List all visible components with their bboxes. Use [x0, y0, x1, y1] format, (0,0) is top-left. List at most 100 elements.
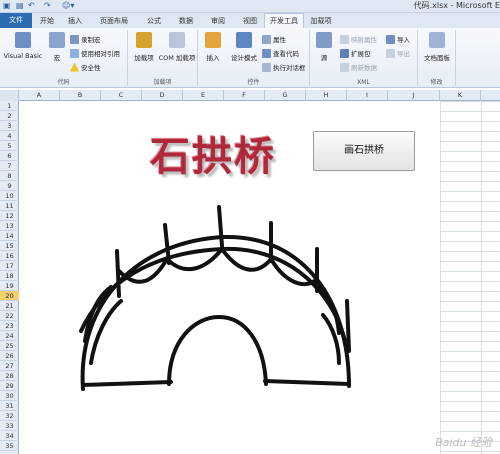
tab-review[interactable]: 审阅: [204, 14, 232, 28]
row-header[interactable]: 18: [0, 271, 19, 281]
tab-insert[interactable]: 插入: [62, 14, 88, 28]
tab-developer[interactable]: 开发工具: [264, 13, 304, 28]
package-icon: [340, 48, 349, 58]
tab-home[interactable]: 开始: [34, 14, 60, 28]
tab-addins[interactable]: 加载项: [306, 14, 336, 28]
addins-button[interactable]: 加载项: [132, 32, 156, 62]
group-label-xml: XML: [357, 79, 370, 86]
row-header[interactable]: 23: [0, 321, 19, 331]
column-header[interactable]: G: [265, 90, 306, 101]
row-header[interactable]: 8: [0, 171, 19, 181]
row-header[interactable]: 4: [0, 131, 19, 141]
warning-icon: [70, 62, 79, 72]
tab-view[interactable]: 视图: [236, 14, 264, 28]
com-addins-button[interactable]: COM 加载项: [158, 32, 196, 62]
tab-formulas[interactable]: 公式: [140, 14, 168, 28]
properties-icon: [262, 34, 271, 44]
column-header[interactable]: A: [19, 90, 60, 101]
row-header[interactable]: 15: [0, 241, 19, 251]
group-label-addins: 加载项: [153, 79, 172, 86]
row-header[interactable]: 6: [0, 151, 19, 161]
export-button[interactable]: 导出: [386, 48, 410, 58]
document-panel-button[interactable]: 文档面板: [420, 32, 454, 62]
group-addins: 加载项 COM 加载项 加载项: [128, 30, 198, 86]
insert-control-button[interactable]: 插入: [202, 32, 224, 62]
row-header[interactable]: 11: [0, 201, 19, 211]
row-header[interactable]: 26: [0, 351, 19, 361]
design-mode-button[interactable]: 设计模式: [228, 32, 260, 62]
visual-basic-button[interactable]: Visual Basic: [2, 32, 44, 60]
undo-icon[interactable]: ↶: [28, 1, 35, 11]
properties-button[interactable]: 属性: [262, 34, 286, 44]
group-modify: 文档面板 修改: [418, 30, 456, 86]
row-header[interactable]: 12: [0, 211, 19, 221]
row-header[interactable]: 17: [0, 261, 19, 271]
row-header[interactable]: 3: [0, 121, 19, 131]
row-header[interactable]: 16: [0, 251, 19, 261]
row-header[interactable]: 19: [0, 281, 19, 291]
ribbon-tabs: 文件 开始 插入 页面布局 公式 数据 审阅 视图 开发工具 加载项: [0, 13, 500, 28]
xml-source-button[interactable]: 源: [314, 32, 334, 62]
row-header[interactable]: 35: [0, 441, 19, 451]
row-header[interactable]: 22: [0, 311, 19, 321]
import-icon: [386, 34, 395, 44]
title-bar: ▣ ▤ ↶ ↷ ☺▾ 代码.xlsx - Microsoft E: [0, 0, 500, 13]
view-code-button[interactable]: 查看代码: [262, 48, 299, 58]
record-macro-button[interactable]: 录制宏: [70, 34, 101, 44]
row-headers: 1 2 3 4 5 6 7 8 9 10 11 12 13 14 15 16 17 18 19 20 21 22 23 24 2…: [0, 101, 19, 454]
row-header[interactable]: 34: [0, 431, 19, 441]
redo-icon[interactable]: ↷: [44, 1, 51, 11]
row-header[interactable]: 9: [0, 181, 19, 191]
select-all-corner[interactable]: [0, 90, 19, 101]
column-header[interactable]: B: [60, 90, 101, 101]
custom-icon[interactable]: ☺▾: [62, 1, 74, 11]
save-icon[interactable]: ▤: [16, 1, 24, 11]
import-button[interactable]: 导入: [386, 34, 410, 44]
run-dialog-button[interactable]: 执行对话框: [262, 62, 306, 72]
row-header[interactable]: 29: [0, 381, 19, 391]
group-label-code: 代码: [57, 79, 70, 86]
refresh-data-button[interactable]: 刷新数据: [340, 62, 377, 72]
row-header[interactable]: 21: [0, 301, 19, 311]
column-header[interactable]: C: [101, 90, 142, 101]
tab-data[interactable]: 数据: [172, 14, 200, 28]
macros-button[interactable]: 宏: [48, 32, 66, 62]
row-header[interactable]: 31: [0, 401, 19, 411]
row-header[interactable]: 25: [0, 341, 19, 351]
macro-security-button[interactable]: 安全性: [70, 62, 101, 72]
column-header[interactable]: F: [224, 90, 265, 101]
row-header[interactable]: 30: [0, 391, 19, 401]
export-icon: [386, 48, 395, 58]
column-headers: A B C D E F G H I J K: [0, 90, 500, 101]
row-header[interactable]: 7: [0, 161, 19, 171]
row-header[interactable]: 13: [0, 221, 19, 231]
macros-icon: [49, 32, 65, 48]
row-header[interactable]: 14: [0, 231, 19, 241]
column-header[interactable]: K: [440, 90, 481, 101]
column-header[interactable]: J: [388, 90, 440, 101]
tab-file[interactable]: 文件: [0, 13, 32, 28]
relative-reference-button[interactable]: 使用相对引用: [70, 48, 120, 58]
row-header[interactable]: 2: [0, 111, 19, 121]
row-header[interactable]: 28: [0, 371, 19, 381]
row-header[interactable]: 10: [0, 191, 19, 201]
row-header[interactable]: 5: [0, 141, 19, 151]
row-header[interactable]: 32: [0, 411, 19, 421]
expansion-pack-button[interactable]: 扩展包: [340, 48, 371, 58]
watermark: Baidu 经验: [435, 436, 492, 449]
dialog-icon: [262, 62, 271, 72]
grid-icon: [70, 48, 79, 58]
row-header[interactable]: 33: [0, 421, 19, 431]
row-header[interactable]: 24: [0, 331, 19, 341]
row-header[interactable]: 27: [0, 361, 19, 371]
tab-page-layout[interactable]: 页面布局: [92, 14, 136, 28]
column-header[interactable]: E: [183, 90, 224, 101]
column-header[interactable]: I: [347, 90, 388, 101]
column-header[interactable]: H: [306, 90, 347, 101]
row-header[interactable]: 1: [0, 101, 19, 111]
stone-bridge-drawing[interactable]: [19, 101, 439, 401]
column-header[interactable]: D: [142, 90, 183, 101]
map-properties-button[interactable]: 映射属性: [340, 34, 377, 44]
row-header[interactable]: 20: [0, 291, 19, 301]
group-label-controls: 控件: [247, 79, 260, 86]
